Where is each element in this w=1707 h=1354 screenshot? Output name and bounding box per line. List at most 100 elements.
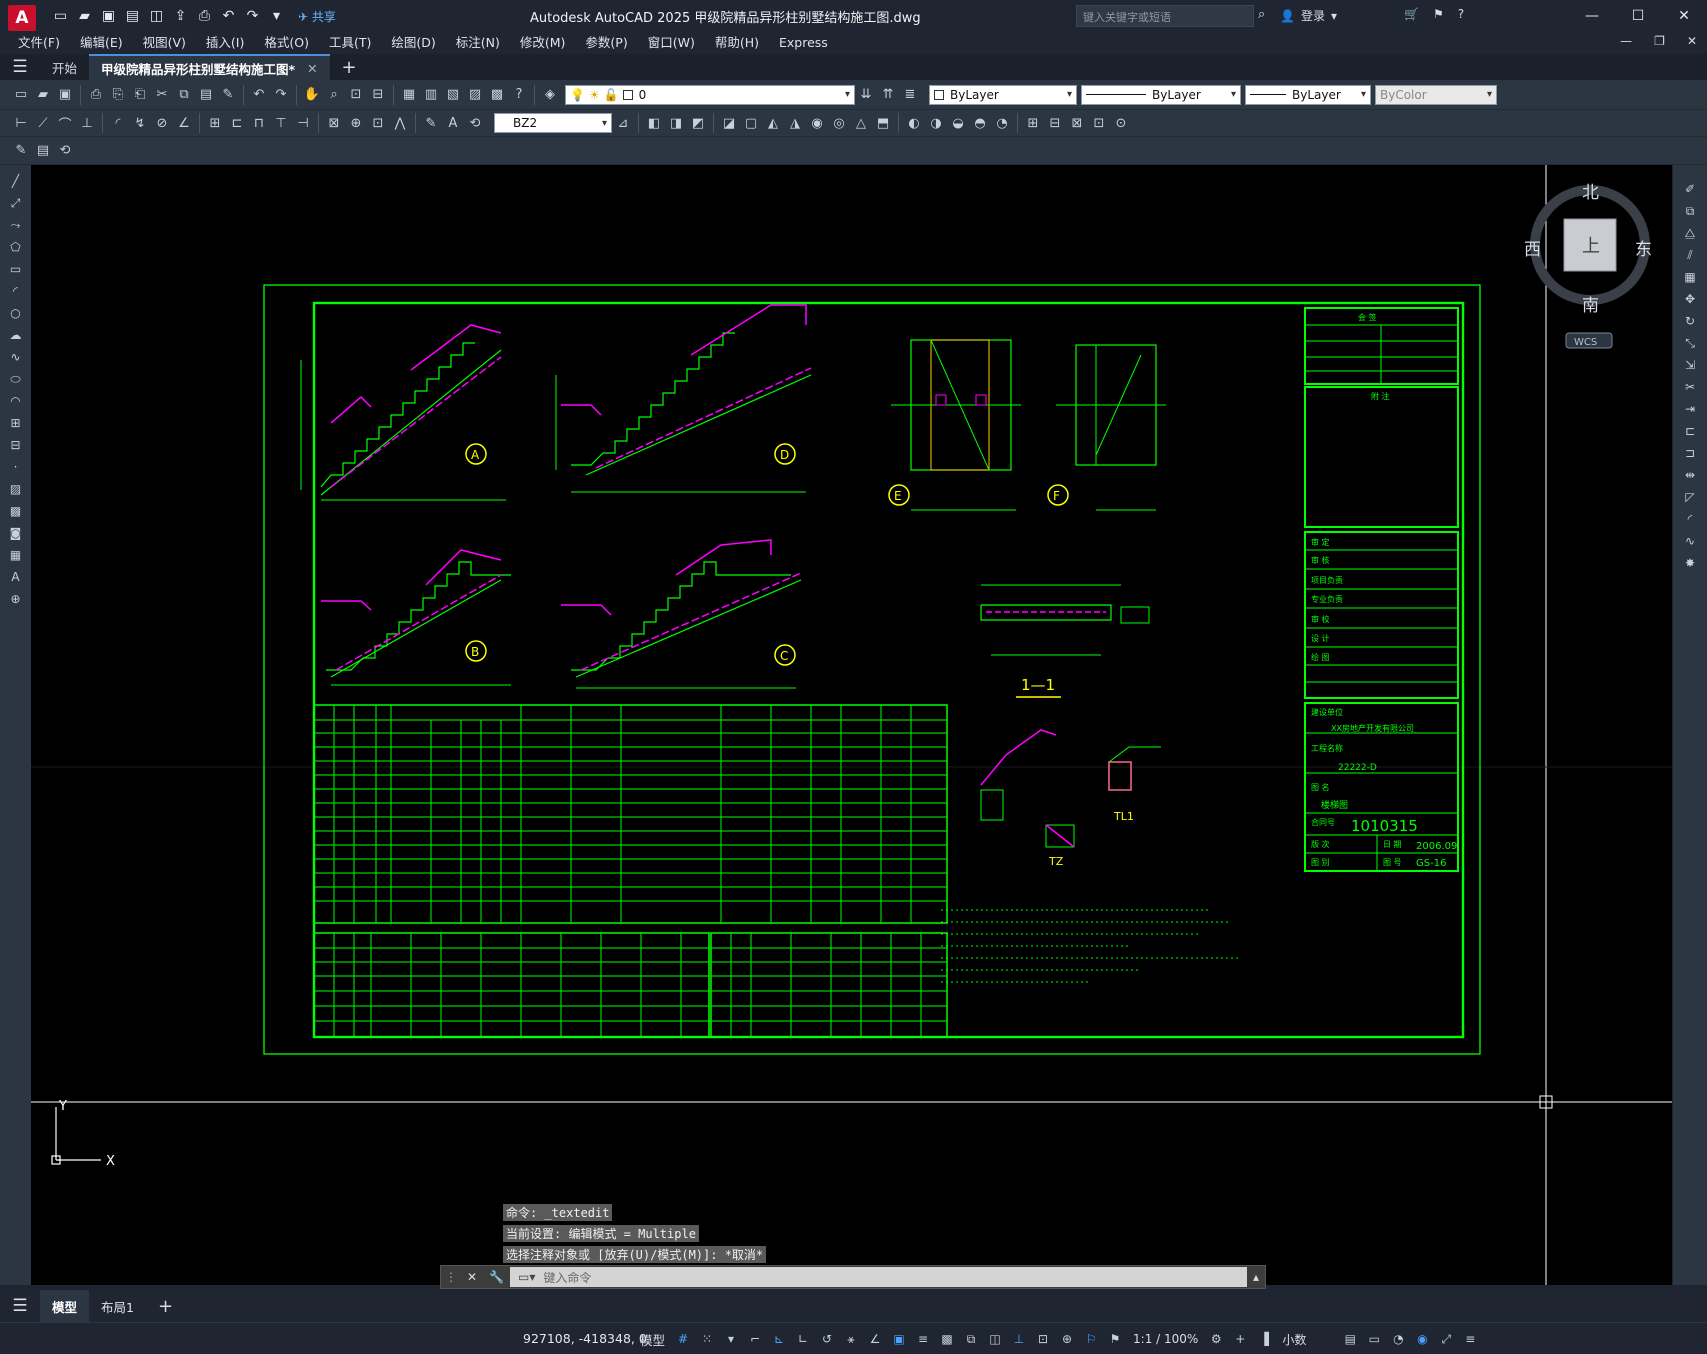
coordinates-readout[interactable]: 927108, -418348, 0 — [523, 1331, 647, 1346]
edit-attribute-icon[interactable]: ✎ — [12, 142, 30, 160]
isolate-objects-icon[interactable]: ◔ — [1388, 1329, 1408, 1349]
drawing-canvas[interactable]: 会 签 附 注 审 定 审 核 项目负责 专业负责 审 校 设 计 绘 图 建设… — [31, 165, 1672, 1285]
menu-file[interactable]: 文件(F) — [8, 32, 70, 54]
polyline-icon[interactable]: ⤳ — [6, 215, 26, 235]
linetype-dropdown[interactable]: ByLayer — [1081, 84, 1241, 105]
save-icon[interactable]: ▣ — [56, 86, 74, 104]
menu-tools[interactable]: 工具(T) — [319, 32, 381, 54]
minimize-icon[interactable]: — — [1569, 0, 1615, 32]
menu-draw[interactable]: 绘图(D) — [381, 32, 445, 54]
layer-states-icon[interactable]: ≣ — [901, 86, 919, 104]
menu-edit[interactable]: 编辑(E) — [70, 32, 133, 54]
model-space-button[interactable]: 模型 — [640, 1330, 665, 1349]
mirror-icon[interactable]: ⧋ — [1680, 223, 1700, 243]
command-close-icon[interactable]: ✕ — [461, 1270, 483, 1284]
circle-icon[interactable]: ○ — [6, 303, 26, 323]
extend-icon[interactable]: ⇥ — [1680, 399, 1700, 419]
solid-wedge-icon[interactable]: ◭ — [764, 114, 782, 132]
help-icon[interactable]: ? — [510, 86, 528, 104]
transparency-icon[interactable]: ▩ — [937, 1329, 957, 1349]
menu-express[interactable]: Express — [769, 32, 838, 54]
chamfer-icon[interactable]: ◸ — [1680, 487, 1700, 507]
annotation-scale[interactable]: 1:1 / 100% — [1133, 1332, 1198, 1346]
jogged-dim-icon[interactable]: ↯ — [131, 114, 149, 132]
view-front-icon[interactable]: ◧ — [645, 114, 663, 132]
lights-icon[interactable]: ◓ — [971, 114, 989, 132]
quick-dim-icon[interactable]: ⊞ — [206, 114, 224, 132]
solid-pyramid-icon[interactable]: △ — [852, 114, 870, 132]
add-layout-button[interactable]: + — [158, 1296, 173, 1317]
ellipse-arc-icon[interactable]: ◠ — [6, 391, 26, 411]
jogged-linear-icon[interactable]: ⋀ — [391, 114, 409, 132]
undo-icon[interactable]: ↶ — [220, 8, 237, 25]
snap-dropdown-icon[interactable]: ▾ — [721, 1329, 741, 1349]
explode-icon[interactable]: ✸ — [1680, 553, 1700, 573]
command-input[interactable]: ▭▾ 键入命令 — [510, 1267, 1247, 1287]
lineweight-icon[interactable]: ≡ — [913, 1329, 933, 1349]
plotstyle-dropdown[interactable]: ByColor — [1375, 84, 1497, 105]
login-button[interactable]: 👤 登录 ▾ — [1280, 7, 1337, 24]
radius-dim-icon[interactable]: ◜ — [109, 114, 127, 132]
ordinate-dim-icon[interactable]: ⊥ — [78, 114, 96, 132]
3d-osnap-icon[interactable]: ◫ — [985, 1329, 1005, 1349]
diameter-dim-icon[interactable]: ⊘ — [153, 114, 171, 132]
revcloud-icon[interactable]: ☁ — [6, 325, 26, 345]
solid-cone-icon[interactable]: ◮ — [786, 114, 804, 132]
fillet-icon[interactable]: ◜ — [1680, 509, 1700, 529]
command-history-toggle-icon[interactable]: ▴ — [1247, 1270, 1265, 1284]
maximize-icon[interactable]: ☐ — [1615, 0, 1661, 32]
customize-dropdown-icon[interactable]: ▾ — [268, 8, 285, 25]
menu-hamburger-icon[interactable]: ☰ — [0, 57, 40, 77]
open-folder-icon[interactable]: ▰ — [76, 8, 93, 25]
osnap-icon[interactable]: ▣ — [889, 1329, 909, 1349]
layer-previous-icon[interactable]: ⇈ — [879, 86, 897, 104]
pan-icon[interactable]: ✋ — [303, 86, 321, 104]
hardware-acceleration-icon[interactable]: ◉ — [1412, 1329, 1432, 1349]
offset-icon[interactable]: ⫽ — [1680, 245, 1700, 265]
menu-format[interactable]: 格式(O) — [254, 32, 319, 54]
new-file-icon[interactable]: ▭ — [52, 8, 69, 25]
gradient-icon[interactable]: ▩ — [6, 501, 26, 521]
snap-icon[interactable]: ⁙ — [697, 1329, 717, 1349]
clean-screen-icon[interactable]: ⤢ — [1436, 1329, 1456, 1349]
viewcube-south[interactable]: 南 — [1582, 296, 1599, 316]
command-grip-icon[interactable]: ⋮ — [441, 1270, 461, 1284]
dim-update-icon[interactable]: ⟲ — [466, 114, 484, 132]
camera-icon[interactable]: ◔ — [993, 114, 1011, 132]
menu-insert[interactable]: 插入(I) — [196, 32, 254, 54]
break-icon[interactable]: ⊐ — [1680, 443, 1700, 463]
viewcube[interactable]: 上 北 南 东 西 WCS — [1520, 175, 1660, 355]
spline-icon[interactable]: ∿ — [6, 347, 26, 367]
annotation-monitor-icon[interactable]: + — [1230, 1329, 1250, 1349]
make-block-icon[interactable]: ⊟ — [6, 435, 26, 455]
export-icon[interactable]: ⇪ — [172, 8, 189, 25]
angular-dim-icon[interactable]: ∠ — [175, 114, 193, 132]
insert-block-icon[interactable]: ⊞ — [6, 413, 26, 433]
tab-layout1[interactable]: 布局1 — [89, 1290, 146, 1322]
dynamic-input-icon[interactable]: ⌐ — [745, 1329, 765, 1349]
point-icon[interactable]: · — [6, 457, 26, 477]
sheet-set-icon[interactable]: ▨ — [466, 86, 484, 104]
doc-close-icon[interactable]: ✕ — [1687, 34, 1697, 48]
dimstyle-manager-icon[interactable]: ⊿ — [614, 114, 632, 132]
cart-icon[interactable]: 🛒 — [1404, 7, 1419, 21]
copy-icon[interactable]: ⧉ — [175, 86, 193, 104]
selection-filter-icon[interactable]: ⊡ — [1033, 1329, 1053, 1349]
region-icon[interactable]: ◙ — [6, 523, 26, 543]
open-icon[interactable]: ▰ — [34, 86, 52, 104]
tolerance-icon[interactable]: ⊠ — [325, 114, 343, 132]
rectangle-icon[interactable]: ▭ — [6, 259, 26, 279]
materials-icon[interactable]: ◒ — [949, 114, 967, 132]
units-dropdown[interactable]: 小数 — [1282, 1331, 1306, 1348]
array-icon[interactable]: ▦ — [1680, 267, 1700, 287]
stretch-icon[interactable]: ⇲ — [1680, 355, 1700, 375]
new-icon[interactable]: ▭ — [12, 86, 30, 104]
viewcube-top-face[interactable]: 上 — [1582, 236, 1600, 257]
solid-torus-icon[interactable]: ◎ — [830, 114, 848, 132]
inspection-icon[interactable]: ⊡ — [369, 114, 387, 132]
object-snap-tracking-icon[interactable]: ⚹ — [841, 1329, 861, 1349]
xref-icon[interactable]: ⊙ — [1112, 114, 1130, 132]
solid-sphere-icon[interactable]: ◉ — [808, 114, 826, 132]
save-web-icon[interactable]: ◫ — [148, 8, 165, 25]
layer-dropdown[interactable]: 💡 ☀ 🔓 0 — [565, 84, 855, 105]
